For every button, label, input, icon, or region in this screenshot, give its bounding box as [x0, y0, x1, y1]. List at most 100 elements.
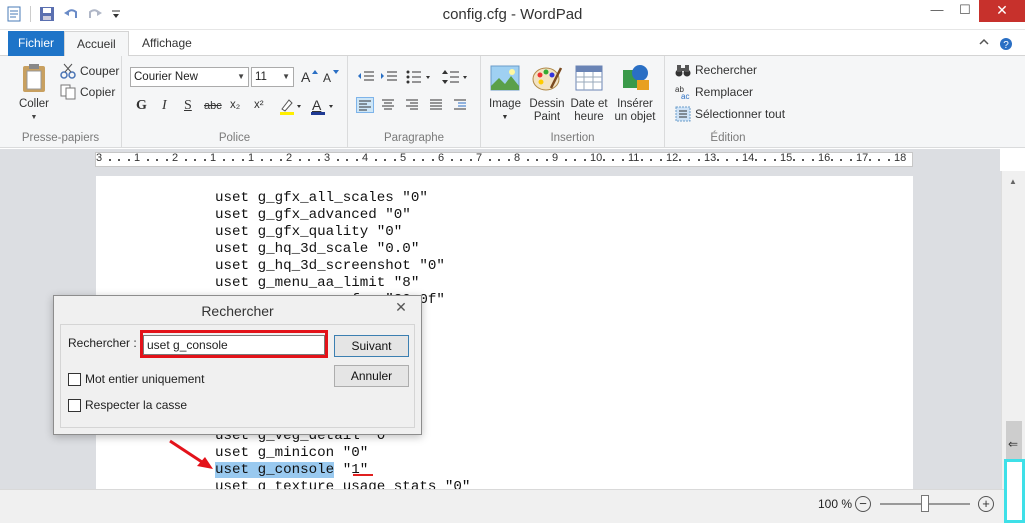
shrink-font-icon[interactable]: A	[322, 68, 340, 87]
cancel-button[interactable]: Annuler	[334, 365, 409, 387]
ruler-tick-label: 14	[742, 152, 755, 164]
search-input[interactable]: uset g_console	[143, 335, 325, 355]
find-dialog-close-button[interactable]: ✕	[389, 299, 413, 317]
zoom-in-button[interactable]: +	[978, 496, 994, 512]
paste-label: Coller	[18, 98, 50, 110]
document-line[interactable]: uset g_hq_3d_screenshot "0"	[215, 258, 470, 275]
document-line[interactable]: uset g_minicon "0"	[215, 445, 470, 462]
paste-button[interactable]: Coller ▼	[12, 62, 56, 124]
text-color-icon[interactable]: A	[310, 97, 336, 118]
ruler-tick-label: 6	[438, 152, 445, 164]
search-label: Rechercher :	[68, 336, 137, 350]
replace-button[interactable]: ab ac Remplacer	[675, 84, 754, 101]
align-right-icon[interactable]	[404, 97, 422, 113]
document-line[interactable]: uset g_gfx_advanced "0"	[215, 207, 470, 224]
match-case-label: Respecter la casse	[85, 398, 188, 412]
line-spacing-icon[interactable]	[442, 69, 470, 85]
find-dialog: Rechercher ✕ Rechercher : uset g_console…	[53, 295, 422, 435]
document-line[interactable]: uset g_console "1"	[215, 462, 470, 479]
ruler-dot	[840, 159, 842, 161]
help-icon[interactable]: ?	[999, 37, 1013, 54]
window-controls: — ☐ ✕	[923, 0, 1025, 22]
whole-word-checkbox-box[interactable]	[68, 372, 81, 386]
zoom-slider-thumb[interactable]	[921, 495, 929, 512]
date-time-button[interactable]: Date et heure	[569, 62, 609, 124]
zoom-out-button[interactable]: −	[855, 496, 871, 512]
ruler-dot	[460, 159, 462, 161]
status-bar: 100 % − +	[0, 489, 1025, 523]
document-line[interactable]: uset g_hq_3d_scale "0.0"	[215, 241, 470, 258]
grow-font-icon[interactable]: A	[300, 68, 318, 87]
ruler-tick-label: 11	[628, 152, 640, 164]
find-button[interactable]: Rechercher	[675, 62, 757, 78]
ruler-dot	[279, 159, 282, 161]
document-line[interactable]: uset g_texture_usage_stats "0"	[215, 479, 470, 489]
cut-button[interactable]: Couper	[60, 63, 119, 79]
insert-object-button[interactable]: Insérer un objet	[611, 62, 659, 124]
paragraph-settings-icon[interactable]	[452, 97, 470, 113]
document-line[interactable]: uset g_gfx_all_scales "0"	[215, 190, 470, 207]
scroll-up-icon[interactable]: ▲	[1009, 177, 1017, 186]
svg-text:ac: ac	[681, 92, 689, 100]
ruler-dot	[450, 159, 453, 161]
close-button[interactable]: ✕	[979, 0, 1025, 22]
ruler-dot	[127, 159, 130, 161]
document-line[interactable]: uset g_gfx_quality "0"	[215, 224, 470, 241]
bullet-list-icon[interactable]	[405, 69, 433, 85]
increase-indent-icon[interactable]	[380, 69, 398, 85]
svg-text:?: ?	[1003, 40, 1009, 51]
align-left-icon[interactable]	[356, 97, 374, 113]
maximize-button[interactable]: ☐	[951, 0, 979, 22]
match-case-checkbox[interactable]: Respecter la casse	[68, 398, 187, 412]
ruler-area: 3 1 2 1 1 2 3 4 5 6 7 8 9 10 11 12 13 14 15 16 17 18	[0, 149, 1000, 171]
object-label-line2: un objet	[614, 111, 656, 123]
calendar-icon	[573, 62, 605, 94]
bold-button[interactable]: G	[136, 98, 147, 114]
copy-icon	[60, 84, 76, 100]
find-next-button[interactable]: Suivant	[334, 335, 409, 357]
ruler-dot	[241, 159, 244, 161]
justify-icon[interactable]	[428, 97, 446, 113]
minimize-button[interactable]: —	[923, 0, 951, 22]
ruler-tick-label: 2	[286, 152, 293, 164]
highlight-color-icon[interactable]	[279, 97, 303, 118]
align-center-icon[interactable]	[380, 97, 398, 113]
ruler-dot	[830, 159, 833, 161]
font-size-select[interactable]: 11 ▼	[251, 67, 294, 87]
tab-home[interactable]: Accueil	[64, 31, 129, 57]
copy-button[interactable]: Copier	[60, 84, 115, 100]
ruler-dot	[374, 159, 377, 161]
ruler[interactable]: 3 1 2 1 1 2 3 4 5 6 7 8 9 10 11 12 13 14 15 16 17 18	[95, 152, 913, 167]
decrease-indent-icon[interactable]	[357, 69, 375, 85]
replace-label: Remplacer	[695, 85, 754, 99]
whole-word-checkbox[interactable]: Mot entier uniquement	[68, 372, 204, 386]
datetime-label-line1: Date et	[570, 98, 608, 110]
collapse-ribbon-icon[interactable]	[979, 37, 989, 54]
ruler-dot	[469, 159, 472, 161]
ruler-dot	[678, 159, 681, 161]
paint-drawing-button[interactable]: Dessin Paint	[527, 62, 567, 124]
zoom-level: 100 %	[818, 497, 853, 511]
tab-view[interactable]: Affichage	[130, 31, 204, 56]
subscript-button[interactable]: x₂	[230, 99, 240, 111]
ruler-dot	[308, 159, 310, 161]
search-match-highlight: uset g_console	[215, 462, 335, 478]
match-case-checkbox-box[interactable]	[68, 398, 81, 412]
strikethrough-button[interactable]: abc	[204, 100, 222, 112]
chevron-down-icon: ▼	[282, 72, 290, 81]
ruler-tick-label: 1	[134, 152, 141, 164]
tab-file[interactable]: Fichier	[8, 31, 64, 56]
select-all-button[interactable]: Sélectionner tout	[675, 106, 785, 122]
select-all-label: Sélectionner tout	[695, 107, 786, 121]
superscript-button[interactable]: x²	[254, 99, 264, 111]
object-label-line1: Insérer	[617, 98, 653, 110]
ruler-tick-label: 4	[362, 152, 369, 164]
font-family-select[interactable]: Courier New ▼	[130, 67, 249, 87]
document-line[interactable]: uset g_menu_aa_limit "8"	[215, 275, 470, 292]
insert-image-button[interactable]: Image ▼	[487, 62, 523, 124]
underline-button[interactable]: S	[184, 98, 192, 114]
italic-button[interactable]: I	[162, 98, 167, 114]
paint-palette-icon	[531, 62, 563, 94]
insert-group: Image ▼ Dessin Paint Date et heure Insér…	[481, 56, 665, 148]
paragraph-group: Paragraphe	[348, 56, 481, 148]
